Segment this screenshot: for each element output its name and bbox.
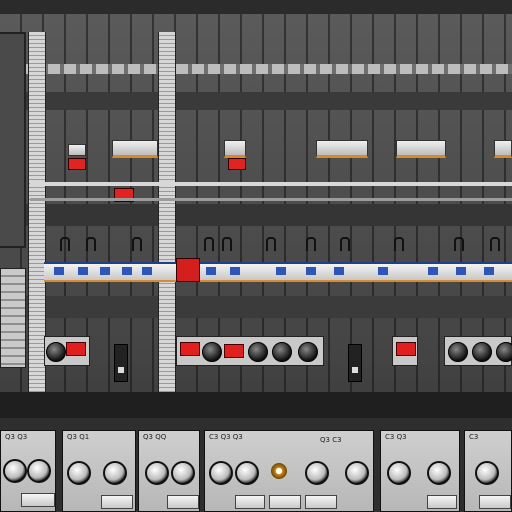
terminal-tag: [484, 267, 494, 275]
module-label: Q3 C3: [320, 436, 342, 444]
contact-terminal-icon: [86, 237, 96, 251]
red-indicator-button[interactable]: [224, 344, 244, 358]
breaker-switch-icon[interactable]: [316, 140, 368, 158]
upper-rail: [0, 64, 512, 74]
rotary-knob-icon[interactable]: [272, 342, 292, 362]
toggle-switch-icon[interactable]: [348, 344, 362, 382]
red-indicator-button[interactable]: [180, 342, 200, 356]
rotary-knob-icon[interactable]: [475, 461, 499, 485]
breaker-switch-icon[interactable]: [494, 140, 512, 158]
contact-terminal-icon: [454, 237, 464, 251]
upper-shadow-band: [0, 92, 512, 110]
fader-icon[interactable]: [305, 495, 337, 509]
mixer-module: Q3 Q1: [62, 430, 136, 512]
terminal-tag: [100, 267, 110, 275]
mixer-module: C3 Q3 Q3: [204, 430, 374, 512]
mixer-module: Q3 Q3: [0, 430, 56, 512]
module-label: Q3 QQ: [143, 433, 167, 441]
red-indicator-button[interactable]: [396, 342, 416, 356]
gold-jack-icon[interactable]: [271, 463, 287, 479]
rotary-knob-icon[interactable]: [202, 342, 222, 362]
module-label: C3: [469, 433, 479, 441]
terminal-tag: [230, 267, 240, 275]
contact-terminal-icon: [340, 237, 350, 251]
breaker-switch-icon[interactable]: [68, 144, 86, 156]
contact-terminal-icon: [222, 237, 232, 251]
module-label: C3 Q3: [385, 433, 407, 441]
rotary-knob-icon[interactable]: [496, 342, 512, 362]
terminal-tag: [306, 267, 316, 275]
red-indicator-button[interactable]: [66, 342, 86, 356]
rotary-knob-icon[interactable]: [472, 342, 492, 362]
mixer-module: C3: [464, 430, 512, 512]
fader-icon[interactable]: [427, 495, 457, 509]
busbar-lower: [30, 198, 512, 201]
rotary-knob-icon[interactable]: [298, 342, 318, 362]
contact-terminal-icon: [204, 237, 214, 251]
emergency-stop-button[interactable]: [176, 258, 200, 282]
top-band: [0, 0, 512, 14]
control-panel: Q3 Q3 Q3 Q1 Q3 QQ C3 Q3 Q3 C3 Q3 C3 Q3 C…: [0, 0, 512, 512]
fader-icon[interactable]: [269, 495, 301, 509]
mixer-module: C3 Q3: [380, 430, 460, 512]
module-label: Q3 Q1: [67, 433, 90, 441]
terminal-tag: [378, 267, 388, 275]
terminal-tag: [206, 267, 216, 275]
busbar-upper: [30, 182, 512, 186]
rotary-knob-icon[interactable]: [427, 461, 451, 485]
fader-icon[interactable]: [479, 495, 511, 509]
rotary-knob-icon[interactable]: [3, 459, 27, 483]
contact-terminal-icon: [60, 237, 70, 251]
rotary-knob-icon[interactable]: [235, 461, 259, 485]
mid-dark-band: [0, 204, 512, 226]
left-cabinet-door[interactable]: [0, 32, 26, 248]
rotary-knob-icon[interactable]: [145, 461, 169, 485]
indicator-lamp-icon: [68, 158, 86, 170]
fader-icon[interactable]: [101, 495, 133, 509]
rotary-knob-icon[interactable]: [248, 342, 268, 362]
terminal-tag: [456, 267, 466, 275]
contact-terminal-icon: [132, 237, 142, 251]
terminal-tag: [142, 267, 152, 275]
mixer-module: Q3 QQ: [138, 430, 200, 512]
rotary-knob-icon[interactable]: [345, 461, 369, 485]
module-label: Q3 Q3: [5, 433, 28, 441]
breaker-switch-icon[interactable]: [396, 140, 446, 158]
rotary-knob-icon[interactable]: [67, 461, 91, 485]
breaker-switch-icon[interactable]: [112, 140, 158, 158]
left-vent-grille: [0, 268, 26, 368]
contact-terminal-icon: [490, 237, 500, 251]
contact-terminal-icon: [266, 237, 276, 251]
module-label: C3 Q3 Q3: [209, 433, 243, 441]
fader-icon[interactable]: [167, 495, 199, 509]
terminal-tag: [276, 267, 286, 275]
contact-terminal-icon: [394, 237, 404, 251]
lower-dark-band: [0, 296, 512, 318]
terminal-tag: [122, 267, 132, 275]
rotary-knob-icon[interactable]: [46, 342, 66, 362]
rotary-knob-icon[interactable]: [448, 342, 468, 362]
rotary-knob-icon[interactable]: [103, 461, 127, 485]
rotary-knob-icon[interactable]: [27, 459, 51, 483]
rotary-knob-icon[interactable]: [209, 461, 233, 485]
terminal-tag: [334, 267, 344, 275]
rotary-knob-icon[interactable]: [387, 461, 411, 485]
terminal-tag: [78, 267, 88, 275]
rack-base: [0, 392, 512, 418]
terminal-tag: [428, 267, 438, 275]
fader-icon[interactable]: [235, 495, 265, 509]
terminal-strip: [44, 262, 512, 282]
fader-icon[interactable]: [21, 493, 55, 507]
toggle-switch-icon[interactable]: [114, 344, 128, 382]
contact-terminal-icon: [306, 237, 316, 251]
rotary-knob-icon[interactable]: [171, 461, 195, 485]
rotary-knob-icon[interactable]: [305, 461, 329, 485]
vertical-rail-center: [158, 32, 176, 392]
mixer-console: Q3 Q3 Q3 Q1 Q3 QQ C3 Q3 Q3 C3 Q3 C3 Q3 C…: [0, 418, 512, 512]
indicator-lamp-icon: [228, 158, 246, 170]
breaker-switch-icon[interactable]: [224, 140, 246, 158]
terminal-tag: [54, 267, 64, 275]
